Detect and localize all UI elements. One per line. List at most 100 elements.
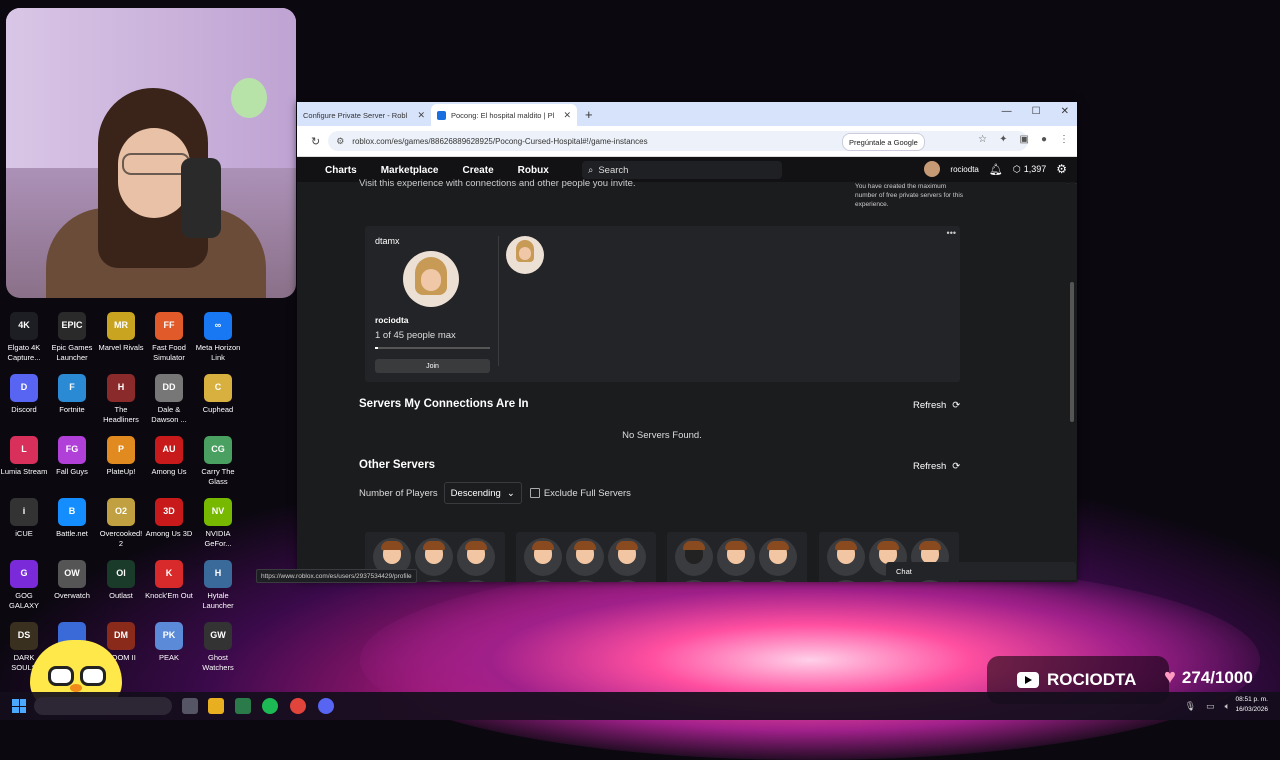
desktop-icon[interactable]: K Knock'Em Out (145, 560, 193, 601)
desktop-icon[interactable]: EPIC Epic Games Launcher (48, 312, 96, 362)
tab-pocong[interactable]: Pocong: El hospital maldito | Pl ✕ (431, 104, 577, 126)
sort-dropdown[interactable]: Descending ⌄ (443, 482, 522, 504)
desktop-icon[interactable]: FG Fall Guys (48, 436, 96, 477)
desktop-icon[interactable]: D Discord (0, 374, 48, 415)
robux-balance[interactable]: ⬡ 1,397 (1013, 164, 1046, 175)
minimize-icon[interactable]: — (1002, 106, 1012, 117)
desktop-icon[interactable]: O2 Overcooked! 2 (97, 498, 145, 548)
profile-icon[interactable]: ● (1041, 134, 1047, 145)
player-avatar[interactable] (524, 580, 562, 582)
nav-charts[interactable]: Charts (325, 165, 357, 176)
exclude-full-checkbox[interactable] (529, 488, 540, 498)
clock[interactable]: 08:51 p. m. 16/03/2026 (1235, 695, 1268, 715)
discord-icon[interactable] (318, 698, 334, 714)
desktop-icon[interactable]: ∞ Meta Horizon Link (194, 312, 242, 362)
settings-gear-icon[interactable]: ⚙ (1056, 162, 1067, 176)
desktop-icon[interactable]: DD Dale & Dawson ... (145, 374, 193, 424)
xbox-icon[interactable] (235, 698, 251, 714)
desktop-icon[interactable]: GW Ghost Watchers (194, 622, 242, 672)
desktop-icon[interactable]: Ol Outlast (97, 560, 145, 601)
volume-icon[interactable]: 🔈︎ (1225, 701, 1230, 712)
desktop-icon[interactable]: i iCUE (0, 498, 48, 539)
notifications-bell-icon[interactable]: 🔔︎ (989, 163, 1003, 176)
desktop-icon[interactable]: 3D Among Us 3D (145, 498, 193, 539)
player-avatar[interactable] (759, 538, 797, 576)
server-owner[interactable]: dtamx (375, 236, 400, 246)
player-avatar[interactable] (608, 538, 646, 576)
player-avatar[interactable] (566, 538, 604, 576)
new-tab-button[interactable]: + (585, 107, 593, 122)
desktop-icon[interactable]: F Fortnite (48, 374, 96, 415)
exclude-full-label[interactable]: Exclude Full Servers (544, 488, 631, 499)
avatar[interactable] (924, 161, 941, 177)
network-icon[interactable]: ▭ (1206, 701, 1215, 712)
server-card[interactable]: +28 (667, 532, 807, 582)
refresh-connections-button[interactable]: Refresh ⟳ (913, 400, 960, 411)
menu-kebab-icon[interactable]: ⋮ (1059, 134, 1069, 145)
desktop-icon[interactable]: H The Headliners (97, 374, 145, 424)
app-icon: B (58, 498, 86, 526)
desktop-icon[interactable]: PK PEAK (145, 622, 193, 663)
desktop-icon[interactable]: NV NVIDIA GeFor... (194, 498, 242, 548)
mic-icon[interactable]: 🎙︎ (1185, 701, 1196, 712)
taskbar-search[interactable] (34, 697, 172, 715)
server-card[interactable]: +29 (516, 532, 656, 582)
system-tray[interactable]: 🎙︎ ▭ 🔈︎ (1185, 701, 1230, 712)
player-avatar[interactable] (566, 580, 604, 582)
desktop-icon[interactable]: MR Marvel Rivals (97, 312, 145, 353)
desktop-icon[interactable]: L Lumia Stream (0, 436, 48, 477)
close-window-icon[interactable]: ✕ (1061, 106, 1069, 117)
file-explorer-icon[interactable] (208, 698, 224, 714)
player-avatar[interactable] (717, 538, 755, 576)
player-avatar[interactable] (415, 580, 453, 582)
player-avatar[interactable] (869, 580, 907, 582)
desktop-icon[interactable]: P PlateUp! (97, 436, 145, 477)
close-tab-icon[interactable]: ✕ (563, 110, 571, 121)
maximize-icon[interactable]: ☐ (1032, 106, 1041, 117)
tab-configure-private-server[interactable]: Configure Private Server - Robl ✕ (297, 104, 431, 126)
ask-google-button[interactable]: Pregúntale a Google (842, 133, 925, 151)
desktop-icon[interactable]: G GOG GALAXY (0, 560, 48, 610)
desktop-icon[interactable]: 4K Elgato 4K Capture... (0, 312, 48, 362)
desktop-icon[interactable]: FF Fast Food Simulator (145, 312, 193, 362)
player-avatar[interactable] (675, 538, 713, 576)
desktop-icon[interactable]: OW Overwatch (48, 560, 96, 601)
desktop-icon[interactable]: B Battle.net (48, 498, 96, 539)
desktop-icon[interactable]: CG Carry The Glass (194, 436, 242, 486)
private-servers-description: Visit this experience with connections a… (359, 178, 636, 189)
player-avatar[interactable] (675, 580, 713, 582)
refresh-other-button[interactable]: Refresh ⟳ (913, 461, 960, 472)
search-icon: ⌕ (588, 164, 594, 176)
player-avatar[interactable] (717, 580, 755, 582)
player-avatar[interactable] (415, 538, 453, 576)
site-info-icon[interactable]: ⚙ (336, 136, 344, 147)
start-windows-icon[interactable] (12, 699, 26, 713)
nav-robux[interactable]: Robux (518, 165, 549, 176)
player-avatar[interactable] (827, 538, 865, 576)
join-button[interactable]: Join (375, 359, 490, 373)
more-options-icon[interactable]: ••• (947, 228, 956, 238)
subscriber-goal: ♥ 274/1000 (1164, 666, 1253, 689)
reload-icon[interactable]: ↻ (311, 135, 320, 148)
search-input[interactable]: ⌕ Search (582, 161, 782, 179)
desktop-icon[interactable]: H Hytale Launcher (194, 560, 242, 610)
spotify-icon[interactable] (262, 698, 278, 714)
nav-marketplace[interactable]: Marketplace (381, 165, 439, 176)
task-view-icon[interactable] (182, 698, 198, 714)
chrome-icon[interactable] (290, 698, 306, 714)
nav-create[interactable]: Create (463, 165, 494, 176)
extension-icon[interactable]: ✦ (999, 134, 1007, 145)
desktop-icon[interactable]: AU Among Us (145, 436, 193, 477)
chat-button[interactable]: Chat (886, 562, 1076, 580)
extensions-puzzle-icon[interactable]: ▣ (1020, 134, 1029, 145)
player-avatar[interactable] (524, 538, 562, 576)
bookmark-star-icon[interactable]: ☆ (978, 134, 987, 145)
player-avatar[interactable] (457, 538, 495, 576)
desktop-icon[interactable]: C Cuphead (194, 374, 242, 415)
username[interactable]: rociodta (950, 165, 978, 174)
owner-avatar[interactable] (403, 251, 459, 307)
close-tab-icon[interactable]: ✕ (417, 110, 425, 121)
scrollbar[interactable] (1069, 182, 1075, 582)
player-avatar[interactable] (827, 580, 865, 582)
player-avatar[interactable] (506, 236, 544, 274)
